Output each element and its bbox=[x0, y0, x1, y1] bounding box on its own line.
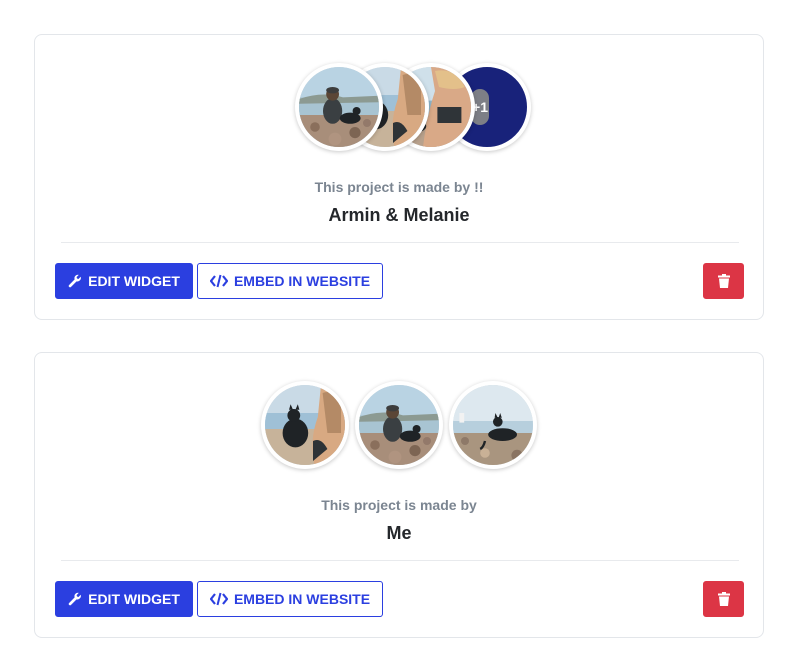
creator-names: Me bbox=[386, 523, 412, 543]
wrench-icon bbox=[68, 592, 82, 606]
edit-widget-button[interactable]: EDIT WIDGET bbox=[55, 263, 193, 299]
embed-in-website-label: EMBED IN WEBSITE bbox=[233, 591, 371, 607]
avatar bbox=[261, 381, 349, 469]
embed-in-website-button[interactable]: EMBED IN WEBSITE bbox=[197, 581, 383, 617]
wrench-icon bbox=[68, 274, 82, 288]
delete-button[interactable] bbox=[703, 581, 744, 617]
avatar-stack bbox=[35, 381, 763, 471]
creator-names: Armin & Melanie bbox=[328, 205, 470, 225]
edit-widget-button[interactable]: EDIT WIDGET bbox=[55, 581, 193, 617]
widget-card: This project is made by Me EDIT WIDGET E… bbox=[34, 352, 764, 638]
code-icon bbox=[209, 274, 228, 288]
trash-icon bbox=[717, 274, 730, 288]
made-by-label: This project is made by bbox=[321, 497, 477, 513]
edit-widget-label: EDIT WIDGET bbox=[88, 591, 180, 607]
delete-button[interactable] bbox=[703, 263, 744, 299]
divider bbox=[61, 242, 739, 243]
trash-icon bbox=[717, 592, 730, 606]
embed-in-website-button[interactable]: EMBED IN WEBSITE bbox=[197, 263, 383, 299]
made-by-label: This project is made by !! bbox=[314, 179, 484, 195]
avatar bbox=[295, 63, 383, 151]
widget-card: +1 This project is made by !! Armin & Me… bbox=[34, 34, 764, 320]
edit-widget-label: EDIT WIDGET bbox=[88, 273, 180, 289]
embed-in-website-label: EMBED IN WEBSITE bbox=[233, 273, 371, 289]
divider bbox=[61, 560, 739, 561]
avatar bbox=[449, 381, 537, 469]
code-icon bbox=[209, 592, 228, 606]
avatar bbox=[355, 381, 443, 469]
avatar-stack: +1 bbox=[35, 63, 763, 153]
